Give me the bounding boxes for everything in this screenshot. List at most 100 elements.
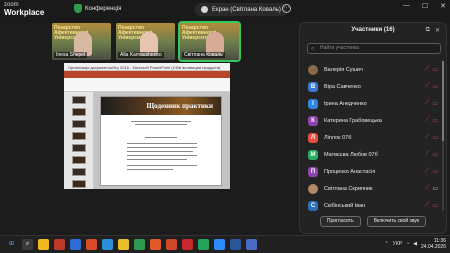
avatar: Л (308, 132, 318, 143)
chrome-icon[interactable] (118, 239, 129, 250)
participant-name: Валерія Сушич (324, 66, 363, 73)
app-icon[interactable] (182, 239, 193, 250)
search-icon[interactable]: ⌕ (22, 239, 33, 250)
slide-text-line (127, 169, 173, 170)
ppt-ribbon-tabs (64, 71, 230, 78)
video-off-icon: ▭ (432, 118, 438, 124)
mic-muted-icon: ⟋ (425, 151, 430, 157)
participant-row[interactable]: Валерія Сушич ⟋ ▭ (304, 61, 440, 78)
word-icon[interactable] (230, 239, 241, 250)
mic-muted-icon: ⟋ (425, 134, 430, 140)
slide-text-line (131, 121, 191, 122)
participant-row[interactable]: Світлана Скрипник ⟋ ▭ (304, 180, 440, 197)
app-icon[interactable] (54, 239, 65, 250)
slide-text-line (127, 159, 187, 160)
clock[interactable]: 11:36 24.04.2026 (421, 238, 446, 250)
powerpoint-icon[interactable] (166, 239, 177, 250)
avatar: П (308, 166, 318, 177)
participant-row[interactable]: П Проценко Анастасія ⟋ ▭ (304, 163, 440, 180)
video-tile[interactable]: Пекарство Афективності Університету Alla K… (116, 23, 175, 60)
close-button[interactable]: ✕ (440, 2, 446, 10)
avatar: С (308, 200, 318, 211)
video-off-icon: ▭ (432, 84, 438, 90)
windows-taskbar: ⊞ ⌕ ⌃ УКР ◔ ◀ 11:36 24.04.2026 (0, 235, 450, 253)
participant-row[interactable]: К Катерина Грабовецька ⟋ ▭ (304, 112, 440, 129)
mic-muted-icon: ⟋ (425, 83, 430, 89)
participant-name: Світлана Скрипник (324, 185, 373, 192)
avatar (308, 64, 318, 75)
mail-icon[interactable] (70, 239, 81, 250)
participant-row[interactable]: Л Ліплок 07б ⟋ ▭ (304, 129, 440, 146)
meeting-title[interactable]: Конференція (74, 4, 121, 13)
participant-name: Ліплок 07б (324, 134, 352, 141)
wifi-icon[interactable]: ◔ (406, 241, 409, 247)
minimize-button[interactable]: — (403, 2, 410, 10)
slide-header-image: Щоденник практики (101, 97, 221, 115)
firefox-icon[interactable] (150, 239, 161, 250)
slide-thumbnail (72, 144, 86, 152)
ppt-toolbar (64, 78, 230, 92)
unmute-self-button[interactable]: Включить свой звук (366, 216, 427, 227)
system-tray: ⌃ УКР ◔ ◀ 11:36 24.04.2026 (384, 238, 446, 250)
title-bar: zoom Workplace Конференція Екран (Світла… (0, 0, 450, 22)
tile-name: Світлана Коваль (182, 52, 225, 58)
window-controls: — ☐ ✕ (403, 2, 446, 10)
slide-thumbnail (72, 180, 86, 188)
slide-canvas: Щоденник практики (94, 92, 230, 189)
edge-icon[interactable] (102, 239, 113, 250)
participant-search-input[interactable]: ⌕ Найти участника (307, 43, 441, 54)
popout-icon[interactable]: ⧉ (426, 27, 430, 34)
app-icon[interactable] (86, 239, 97, 250)
search-placeholder: Найти участника (320, 45, 359, 51)
zoom-icon[interactable] (214, 239, 225, 250)
slide-thumbnails-pane (64, 92, 94, 189)
slide-thumbnail (72, 168, 86, 176)
participant-name: Матвєєва Любов 07б (324, 151, 378, 158)
panel-actions: Пригласить Включить свой звук (300, 216, 446, 227)
language-indicator[interactable]: УКР (393, 241, 402, 247)
slide-text-line (135, 124, 187, 125)
volume-icon[interactable]: ◀ (413, 241, 417, 247)
screen-share-label: Екран (Світлана Коваль) (212, 6, 281, 13)
participant-row[interactable]: М Матвєєва Любов 07б ⟋ ▭ (304, 146, 440, 163)
clock-date: 24.04.2026 (420, 244, 446, 250)
close-panel-icon[interactable]: ✕ (435, 27, 440, 34)
windows-start-icon[interactable]: ⊞ (6, 239, 17, 250)
scrollbar-thumb[interactable] (442, 61, 444, 141)
app-icon[interactable] (134, 239, 145, 250)
whatsapp-icon[interactable] (198, 239, 209, 250)
participant-name: Катерина Грабовецька (324, 117, 382, 124)
more-options-button[interactable]: ⋯ (282, 4, 291, 13)
slide-thumbnail (72, 96, 86, 104)
chevron-up-icon[interactable]: ⌃ (384, 241, 388, 247)
mic-muted-icon: ⟋ (425, 168, 430, 174)
avatar: К (308, 115, 318, 126)
participant-row[interactable]: В Віра Савченко ⟋ ▭ (304, 78, 440, 95)
zoom-window: zoom Workplace Конференція Екран (Світла… (0, 0, 450, 253)
slide-text-line (127, 155, 197, 156)
tile-name: Alla Kamaushenko (118, 52, 164, 58)
participant-list: Валерія Сушич ⟋ ▭ В Віра Савченко ⟋ ▭ І Ір… (304, 61, 440, 214)
video-tile-active-speaker[interactable]: Пекарство Афективності Університету Світла… (178, 21, 241, 62)
participant-row[interactable]: І Ірина Анедченко ⟋ ▭ (304, 95, 440, 112)
file-explorer-icon[interactable] (38, 239, 49, 250)
maximize-button[interactable]: ☐ (422, 2, 428, 10)
shared-window-title: Організація документообігу 2016 - Micros… (64, 63, 230, 71)
slide-thumbnail (72, 108, 86, 116)
slide-text-line (127, 147, 197, 148)
app-icon[interactable] (246, 239, 257, 250)
invite-button[interactable]: Пригласить (319, 216, 361, 227)
slide-text-line (127, 165, 197, 166)
shield-icon (74, 4, 82, 13)
search-icon: ⌕ (311, 46, 315, 52)
shared-screen[interactable]: Організація документообігу 2016 - Micros… (64, 63, 230, 189)
participant-list-scrollbar[interactable] (442, 61, 444, 211)
slide-title: Щоденник практики (146, 102, 213, 110)
participant-row[interactable]: С Скібінський Іван ⟋ ▭ (304, 197, 440, 214)
screen-share-indicator[interactable]: Екран (Світлана Коваль) (195, 3, 287, 16)
slide-text-line (127, 143, 197, 144)
video-off-icon: ▭ (432, 203, 438, 209)
panel-header-icons: ⧉ ✕ (426, 27, 440, 34)
mic-muted-icon: ⟋ (425, 66, 430, 72)
video-tile[interactable]: Пекарство Афективності Університету Inesa … (52, 23, 111, 60)
